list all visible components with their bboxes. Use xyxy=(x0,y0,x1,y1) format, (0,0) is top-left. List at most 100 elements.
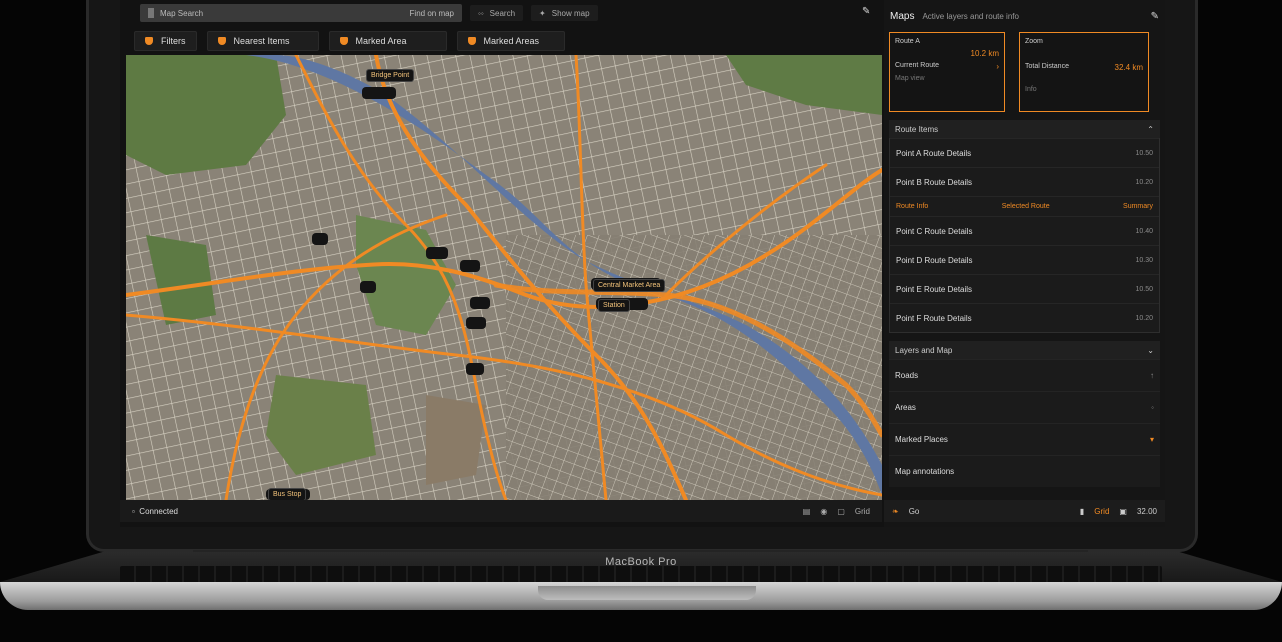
section-header[interactable]: Route Items ⌃ xyxy=(889,120,1160,138)
chevron-down-icon[interactable]: ▾ xyxy=(1150,435,1154,444)
section-title: Layers and Map xyxy=(895,345,953,355)
map-marker[interactable] xyxy=(460,260,480,272)
map-view[interactable]: Central Market Area Station Bridge Point… xyxy=(126,55,882,500)
pin-icon: ✦ xyxy=(539,8,546,18)
list-item[interactable]: Point E Route Details 10.50 xyxy=(890,274,1159,303)
layer-row[interactable]: Areas ◦ xyxy=(889,391,1160,423)
map-marker[interactable] xyxy=(362,87,396,99)
trackpad-notch xyxy=(538,586,756,600)
map-marker[interactable] xyxy=(360,281,376,293)
section-title: Route Items xyxy=(895,124,939,134)
card-sub: Info xyxy=(1025,86,1037,93)
location-icon xyxy=(217,37,226,45)
map-marker[interactable] xyxy=(426,247,448,259)
zoom-card[interactable]: Zoom Total Distance 32.4 km Info xyxy=(1019,32,1149,112)
list-item[interactable]: Point C Route Details 10.40 xyxy=(890,216,1159,245)
card-title: Route A xyxy=(895,38,920,45)
layer-label: Marked Places xyxy=(895,435,948,444)
layer-label: Areas xyxy=(895,403,916,412)
item-name: Point C Route Details xyxy=(896,226,973,236)
map-label: Station xyxy=(598,299,630,312)
route-card[interactable]: Route A 10.2 km Current Route › Map view xyxy=(889,32,1005,112)
map-label: Central Market Area xyxy=(593,279,666,292)
item-name: Point F Route Details xyxy=(896,313,972,323)
side-panel: Maps Active layers and route info ✎ Rout… xyxy=(884,0,1165,527)
layer-row[interactable]: Marked Places ▾ xyxy=(889,423,1160,455)
map-canvas[interactable] xyxy=(126,55,882,500)
square-icon[interactable]: ▢ xyxy=(837,507,845,516)
layer-row[interactable]: Map annotations xyxy=(889,455,1160,487)
grid-icon[interactable]: ▮ xyxy=(1080,507,1084,516)
filter-label: Marked Areas xyxy=(483,36,540,46)
list-item-highlight[interactable]: Route Info Selected Route Summary xyxy=(890,196,1159,216)
filter-pill-2[interactable]: Nearest Items xyxy=(206,31,319,51)
location-icon xyxy=(467,37,476,45)
search-input[interactable]: Map Search Find on map xyxy=(140,4,462,22)
square-icon[interactable]: ▣ xyxy=(1119,507,1127,516)
show-map-button[interactable]: ✦ Show map xyxy=(531,5,598,21)
toggle-icon[interactable]: ◦ xyxy=(1151,403,1154,412)
highlight-a: Route Info xyxy=(896,203,929,210)
edit-icon[interactable]: ✎ xyxy=(862,6,870,17)
edit-icon[interactable]: ✎ xyxy=(1151,11,1159,22)
list-item[interactable]: Point B Route Details 10.20 xyxy=(890,167,1159,196)
highlight-b: Selected Route xyxy=(1001,203,1050,210)
item-value: 10.50 xyxy=(1135,285,1153,293)
show-map-label: Show map xyxy=(551,8,590,18)
card-value: 32.4 km xyxy=(1114,63,1143,72)
arrow-up-icon[interactable]: ↑ xyxy=(1150,371,1154,380)
panel-bottom-bar: ❧ Go ▮ Grid ▣ 32.00 xyxy=(884,500,1165,522)
route-list: Point A Route Details 10.50 Point B Route… xyxy=(889,138,1160,333)
highlight-c: Summary xyxy=(1123,203,1153,210)
location-icon xyxy=(145,37,153,45)
chevron-up-icon: ⌃ xyxy=(1147,124,1154,134)
filter-pill-4[interactable]: Marked Areas xyxy=(456,31,565,51)
map-label: Bus Stop xyxy=(268,488,307,500)
search-small-icon[interactable]: ◉ xyxy=(820,507,827,516)
search-button[interactable]: ◦◦ Search xyxy=(470,5,524,21)
summary-cards: Route A 10.2 km Current Route › Map view … xyxy=(884,32,1165,112)
filter-pill-1[interactable]: Filters xyxy=(134,31,197,51)
card-title: Zoom xyxy=(1025,38,1043,45)
bottom-value: 32.00 xyxy=(1136,506,1157,516)
panel-header: Maps Active layers and route info ✎ xyxy=(884,0,1165,32)
item-name: Point D Route Details xyxy=(896,255,973,265)
item-name: Point E Route Details xyxy=(896,284,973,294)
map-marker[interactable] xyxy=(312,233,328,245)
list-item[interactable]: Point D Route Details 10.30 xyxy=(890,245,1159,274)
map-label: Bridge Point xyxy=(366,69,415,82)
search-left-label: Map Search xyxy=(160,8,204,18)
layer-label: Map annotations xyxy=(895,467,955,476)
grid-label: Grid xyxy=(1094,506,1110,516)
item-value: 10.30 xyxy=(1135,256,1153,264)
layers-icon[interactable]: ▤ xyxy=(803,507,811,516)
route-list-section: Route Items ⌃ Point A Route Details 10.50… xyxy=(889,120,1160,333)
go-label: Go xyxy=(908,506,920,516)
filter-label: Filters xyxy=(161,36,186,46)
item-value: 10.20 xyxy=(1135,178,1153,186)
card-sub: Map view xyxy=(895,75,925,82)
layer-row[interactable]: Roads ↑ xyxy=(889,359,1160,391)
go-icon[interactable]: ❧ xyxy=(892,507,899,516)
search-button-label: Search xyxy=(489,8,516,18)
card-status: Current Route xyxy=(895,62,939,69)
list-item[interactable]: Point F Route Details 10.20 xyxy=(890,303,1159,332)
layers-section: Layers and Map ⌄ Roads ↑ Areas ◦ Marked Pl… xyxy=(889,341,1160,487)
map-marker[interactable] xyxy=(466,363,484,375)
panel-title: Maps xyxy=(890,10,915,22)
map-marker[interactable] xyxy=(466,317,486,329)
status-bar: ▫ Connected ▤ ◉ ▢ Grid xyxy=(120,500,882,522)
location-icon xyxy=(339,37,348,45)
toolbar-icon: ◦◦ xyxy=(478,8,484,18)
filter-label: Nearest Items xyxy=(233,36,290,46)
filter-label: Marked Area xyxy=(355,36,407,46)
map-marker[interactable] xyxy=(470,297,490,309)
status-grid-label: Grid xyxy=(854,506,870,516)
list-item[interactable]: Point A Route Details 10.50 xyxy=(890,138,1159,167)
chevron-icon: › xyxy=(996,62,999,71)
filter-pill-3[interactable]: Marked Area xyxy=(328,31,447,51)
card-value: 10.2 km xyxy=(970,49,999,58)
section-header[interactable]: Layers and Map ⌄ xyxy=(889,341,1160,359)
status-text: Connected xyxy=(139,506,178,516)
item-name: Point A Route Details xyxy=(896,148,972,158)
